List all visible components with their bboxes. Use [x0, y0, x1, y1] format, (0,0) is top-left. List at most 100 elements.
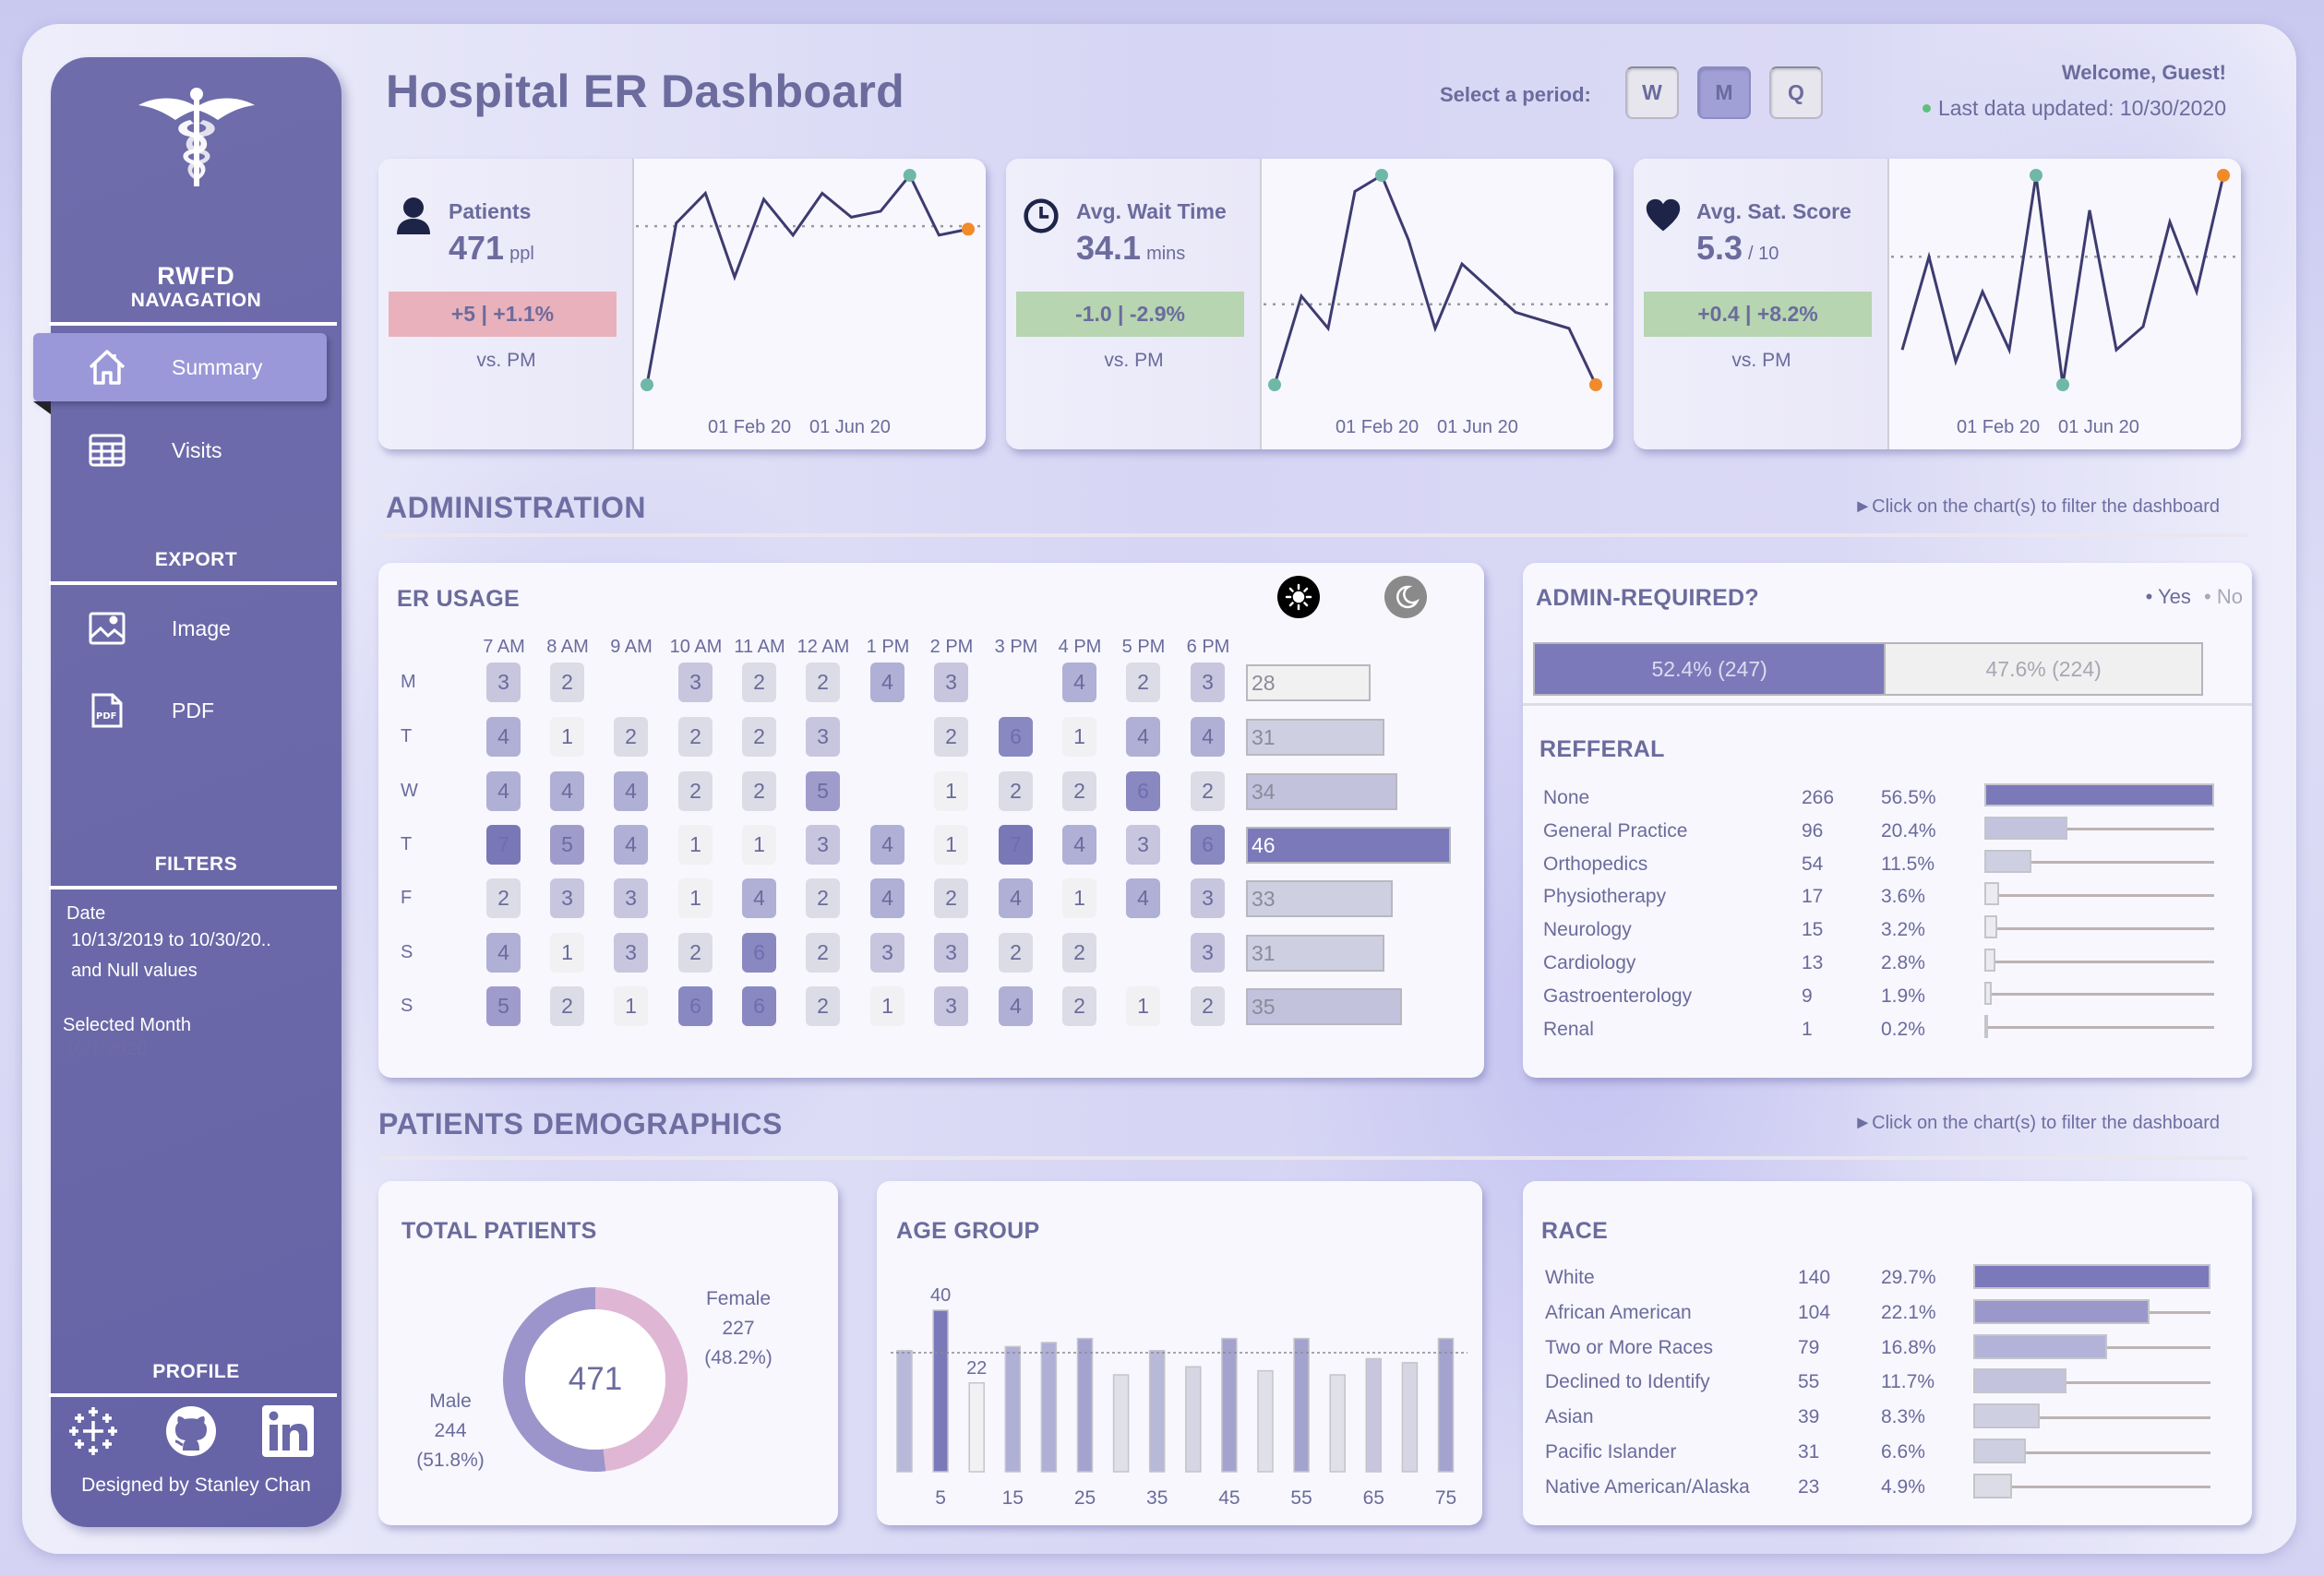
heatmap-cell[interactable]: 3: [806, 717, 840, 757]
heatmap-cell[interactable]: 1: [870, 986, 904, 1026]
min-point[interactable]: [1268, 378, 1281, 391]
heatmap-cell[interactable]: 6: [999, 717, 1033, 757]
kpi-card-satisfaction[interactable]: Avg. Sat. Score 5.3/ 10 +0.4 | +8.2% vs.…: [1634, 159, 2241, 449]
heatmap-cell[interactable]: 2: [1191, 771, 1225, 811]
legend-no[interactable]: • No: [2204, 585, 2243, 608]
month-filter-value[interactable]: 10/1/2020: [65, 1039, 147, 1060]
referral-row[interactable]: Renal 1 0.2%: [1543, 1014, 2245, 1050]
period-month-button[interactable]: M: [1697, 66, 1751, 119]
age-bar[interactable]: [1365, 1357, 1383, 1473]
min-point[interactable]: [641, 378, 653, 391]
bar-fill[interactable]: [1973, 1403, 2040, 1429]
heatmap-cell[interactable]: 3: [934, 933, 968, 973]
heatmap-cell[interactable]: 1: [550, 933, 584, 973]
heatmap-cell[interactable]: 2: [934, 878, 968, 918]
heatmap-cell[interactable]: 4: [486, 933, 521, 973]
race-row[interactable]: Asian 39 8.3%: [1545, 1403, 2246, 1438]
heatmap-cell[interactable]: 2: [550, 663, 584, 702]
heatmap-cell[interactable]: 2: [806, 933, 840, 973]
period-quarter-button[interactable]: Q: [1769, 66, 1823, 119]
heatmap-cell[interactable]: 2: [1062, 986, 1096, 1026]
sidebar-item-summary[interactable]: Summary: [33, 333, 327, 401]
bar-fill[interactable]: [1973, 1333, 2108, 1359]
heatmap-cell[interactable]: 4: [999, 986, 1033, 1026]
age-bar[interactable]: [1040, 1342, 1058, 1473]
heatmap-cell[interactable]: 1: [934, 771, 968, 811]
heatmap-cell[interactable]: 4: [870, 825, 904, 865]
heatmap-cell[interactable]: 6: [678, 986, 713, 1026]
referral-row[interactable]: Orthopedics 54 11.5%: [1543, 849, 2245, 885]
bar-fill[interactable]: [1984, 882, 1999, 906]
heatmap-cell[interactable]: 1: [1062, 717, 1096, 757]
age-bar[interactable]: [1004, 1345, 1022, 1473]
heatmap-cell[interactable]: 3: [1191, 878, 1225, 918]
age-bar[interactable]: [932, 1309, 949, 1473]
current-point[interactable]: [962, 222, 975, 236]
linkedin-icon[interactable]: [259, 1403, 317, 1460]
age-bar[interactable]: [1437, 1337, 1455, 1473]
sun-icon[interactable]: [1277, 576, 1320, 618]
heatmap-cell[interactable]: 2: [1191, 986, 1225, 1026]
day-total-bar[interactable]: 31: [1246, 935, 1384, 972]
heatmap-cell[interactable]: 3: [614, 933, 648, 973]
heatmap-cell[interactable]: 3: [486, 663, 521, 702]
race-row[interactable]: White 140 29.7%: [1545, 1264, 2246, 1298]
heatmap-cell[interactable]: 4: [999, 878, 1033, 918]
export-pdf-button[interactable]: PDF PDF: [51, 676, 341, 745]
heatmap-cell[interactable]: 2: [678, 771, 713, 811]
heatmap-cell[interactable]: 1: [678, 825, 713, 865]
heatmap-cell[interactable]: 3: [678, 663, 713, 702]
bar-fill[interactable]: [1984, 816, 2067, 840]
heatmap-cell[interactable]: 6: [1191, 825, 1225, 865]
heatmap-cell[interactable]: 1: [934, 825, 968, 865]
heatmap-cell[interactable]: 4: [1191, 717, 1225, 757]
heatmap-cell[interactable]: 4: [1062, 663, 1096, 702]
heatmap-cell[interactable]: 2: [999, 933, 1033, 973]
heatmap-cell[interactable]: 1: [678, 878, 713, 918]
max-point[interactable]: [2030, 169, 2042, 182]
bar-fill[interactable]: [1973, 1298, 2150, 1324]
heatmap-cell[interactable]: 6: [1126, 771, 1160, 811]
heatmap-cell[interactable]: 3: [870, 933, 904, 973]
referral-row[interactable]: General Practice 96 20.4%: [1543, 816, 2245, 852]
heatmap-cell[interactable]: 3: [1126, 825, 1160, 865]
heatmap-cell[interactable]: 7: [486, 825, 521, 865]
heatmap-cell[interactable]: 5: [486, 986, 521, 1026]
kpi-card-patients[interactable]: Patients 471 ppl +5 | +1.1% vs. PM 01 Feb…: [378, 159, 986, 449]
max-point[interactable]: [903, 169, 916, 182]
heatmap-cell[interactable]: 3: [1191, 933, 1225, 973]
bar-fill[interactable]: [1984, 949, 1996, 972]
heatmap-cell[interactable]: 1: [550, 717, 584, 757]
period-week-button[interactable]: W: [1625, 66, 1679, 119]
admin-no-segment[interactable]: 47.6% (224): [1884, 644, 2201, 694]
age-bar[interactable]: [896, 1350, 913, 1473]
heatmap-cell[interactable]: 2: [678, 933, 713, 973]
current-point[interactable]: [1589, 378, 1602, 391]
current-point[interactable]: [2217, 169, 2230, 182]
heatmap-cell[interactable]: 2: [1062, 771, 1096, 811]
day-total-bar[interactable]: 46: [1246, 827, 1451, 864]
bar-fill[interactable]: [1973, 1368, 2066, 1394]
heatmap-cell[interactable]: 4: [614, 771, 648, 811]
referral-row[interactable]: Neurology 15 3.2%: [1543, 915, 2245, 950]
heatmap-cell[interactable]: 2: [678, 717, 713, 757]
tableau-icon[interactable]: [65, 1403, 122, 1460]
heatmap-cell[interactable]: 4: [486, 771, 521, 811]
bar-fill[interactable]: [1984, 981, 1993, 1005]
heatmap-cell[interactable]: 2: [934, 717, 968, 757]
bar-fill[interactable]: [1984, 783, 2214, 806]
heatmap-cell[interactable]: 4: [614, 825, 648, 865]
age-bar[interactable]: [1257, 1369, 1274, 1473]
heatmap-cell[interactable]: 2: [806, 663, 840, 702]
heatmap-cell[interactable]: 3: [1191, 663, 1225, 702]
race-row[interactable]: Two or More Races 79 16.8%: [1545, 1333, 2246, 1368]
race-row[interactable]: African American 104 22.1%: [1545, 1298, 2246, 1333]
github-icon[interactable]: [162, 1403, 220, 1460]
day-total-bar[interactable]: 33: [1246, 880, 1394, 917]
bar-fill[interactable]: [1984, 915, 1998, 939]
kpi-sparkline[interactable]: [636, 159, 986, 449]
heatmap-cell[interactable]: 1: [1062, 878, 1096, 918]
heatmap-cell[interactable]: 6: [742, 933, 776, 973]
heatmap-cell[interactable]: 2: [486, 878, 521, 918]
heatmap-cell[interactable]: 2: [1126, 663, 1160, 702]
